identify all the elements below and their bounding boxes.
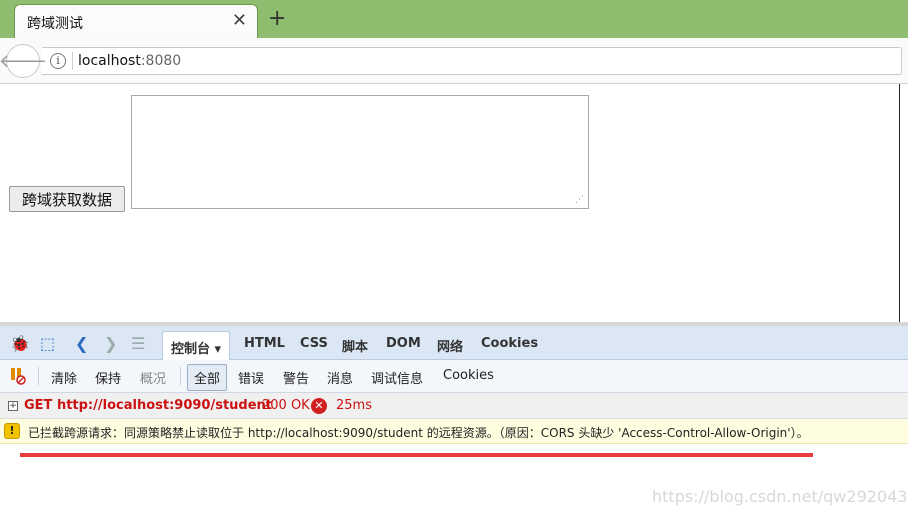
annotation-underline bbox=[20, 453, 813, 457]
filter-all[interactable]: 全部 bbox=[187, 364, 228, 391]
chevron-left-icon[interactable]: ❮ bbox=[75, 334, 88, 353]
request-status: 200 OK bbox=[262, 398, 310, 413]
browser-tab[interactable]: 跨域测试 ✕ bbox=[14, 4, 258, 38]
warning-icon: ! bbox=[4, 423, 20, 439]
url-bar[interactable]: i localhost:8080 bbox=[42, 47, 902, 75]
command-line-icon[interactable]: ☰ bbox=[131, 334, 145, 353]
tab-strip: 跨域测试 ✕ + bbox=[0, 0, 908, 38]
tab-network[interactable]: 网络 bbox=[437, 336, 463, 355]
inspect-icon[interactable]: ⬚ bbox=[40, 334, 55, 353]
tab-cookies[interactable]: Cookies bbox=[481, 336, 538, 351]
error-icon: ✕ bbox=[311, 398, 327, 414]
devtools-panel: 🐞 ⬚ ❮ ❯ ☰ 控制台 ▾ HTML CSS 脚本 DOM 网络 Cooki… bbox=[0, 322, 908, 511]
url-port: :8080 bbox=[140, 53, 182, 69]
tab-script[interactable]: 脚本 bbox=[342, 336, 368, 355]
firebug-icon[interactable]: 🐞 bbox=[10, 334, 30, 353]
close-tab-icon[interactable]: ✕ bbox=[232, 10, 247, 31]
log-entry-request[interactable]: + GET http://localhost:9090/student 200 … bbox=[0, 393, 908, 419]
expand-icon[interactable]: + bbox=[8, 401, 18, 411]
page-content: ⋰ 跨域获取数据 bbox=[0, 85, 908, 322]
filter-debug[interactable]: 调试信息 bbox=[371, 368, 423, 387]
filter-errors[interactable]: 错误 bbox=[238, 368, 264, 387]
resize-grip-icon[interactable]: ⋰ bbox=[575, 195, 584, 205]
tab-css[interactable]: CSS bbox=[300, 336, 328, 351]
request-time: 25ms bbox=[336, 398, 372, 413]
arrow-left-icon: 🡐 bbox=[0, 50, 48, 72]
back-button[interactable]: 🡐 bbox=[0, 44, 47, 78]
warning-message: 已拦截跨源请求：同源策略禁止读取位于 http://localhost:9090… bbox=[28, 426, 809, 440]
filter-cookies[interactable]: Cookies bbox=[443, 368, 494, 383]
request-url[interactable]: GET http://localhost:9090/student bbox=[24, 398, 272, 413]
fetch-data-button[interactable]: 跨域获取数据 bbox=[9, 186, 125, 212]
url-text[interactable]: localhost:8080 bbox=[78, 53, 181, 69]
clear-button[interactable]: 清除 bbox=[51, 368, 77, 387]
filter-warnings[interactable]: 警告 bbox=[283, 368, 309, 387]
info-icon[interactable]: i bbox=[50, 53, 66, 69]
tab-title: 跨域测试 bbox=[27, 16, 83, 32]
url-host: localhost bbox=[78, 53, 141, 69]
navigation-bar: i localhost:8080 🡐 bbox=[0, 38, 908, 84]
profile-button[interactable]: 概况 bbox=[140, 368, 166, 387]
toolbar-divider bbox=[38, 367, 39, 385]
pause-on-error-icon[interactable] bbox=[10, 367, 26, 385]
chevron-down-icon: ▾ bbox=[214, 342, 222, 357]
chevron-right-icon[interactable]: ❯ bbox=[104, 334, 117, 353]
tab-html[interactable]: HTML bbox=[244, 336, 285, 351]
persist-button[interactable]: 保持 bbox=[95, 368, 121, 387]
tab-dom[interactable]: DOM bbox=[386, 336, 421, 351]
devtools-tab-bar: 🐞 ⬚ ❮ ❯ ☰ 控制台 ▾ HTML CSS 脚本 DOM 网络 Cooki… bbox=[0, 326, 908, 361]
toolbar-divider bbox=[180, 367, 181, 385]
console-toolbar: 清除 保持 概况 全部 错误 警告 消息 调试信息 Cookies bbox=[0, 360, 908, 393]
url-separator bbox=[72, 52, 73, 70]
tab-console[interactable]: 控制台 ▾ bbox=[162, 331, 231, 361]
new-tab-icon[interactable]: + bbox=[268, 6, 286, 31]
watermark-text: https://blog.csdn.net/qw292043709 bbox=[652, 487, 908, 506]
log-entry-warning: ! 已拦截跨源请求：同源策略禁止读取位于 http://localhost:90… bbox=[0, 419, 908, 444]
filter-info[interactable]: 消息 bbox=[327, 368, 353, 387]
result-textarea[interactable] bbox=[131, 95, 589, 209]
tab-console-label: 控制台 bbox=[171, 342, 211, 357]
